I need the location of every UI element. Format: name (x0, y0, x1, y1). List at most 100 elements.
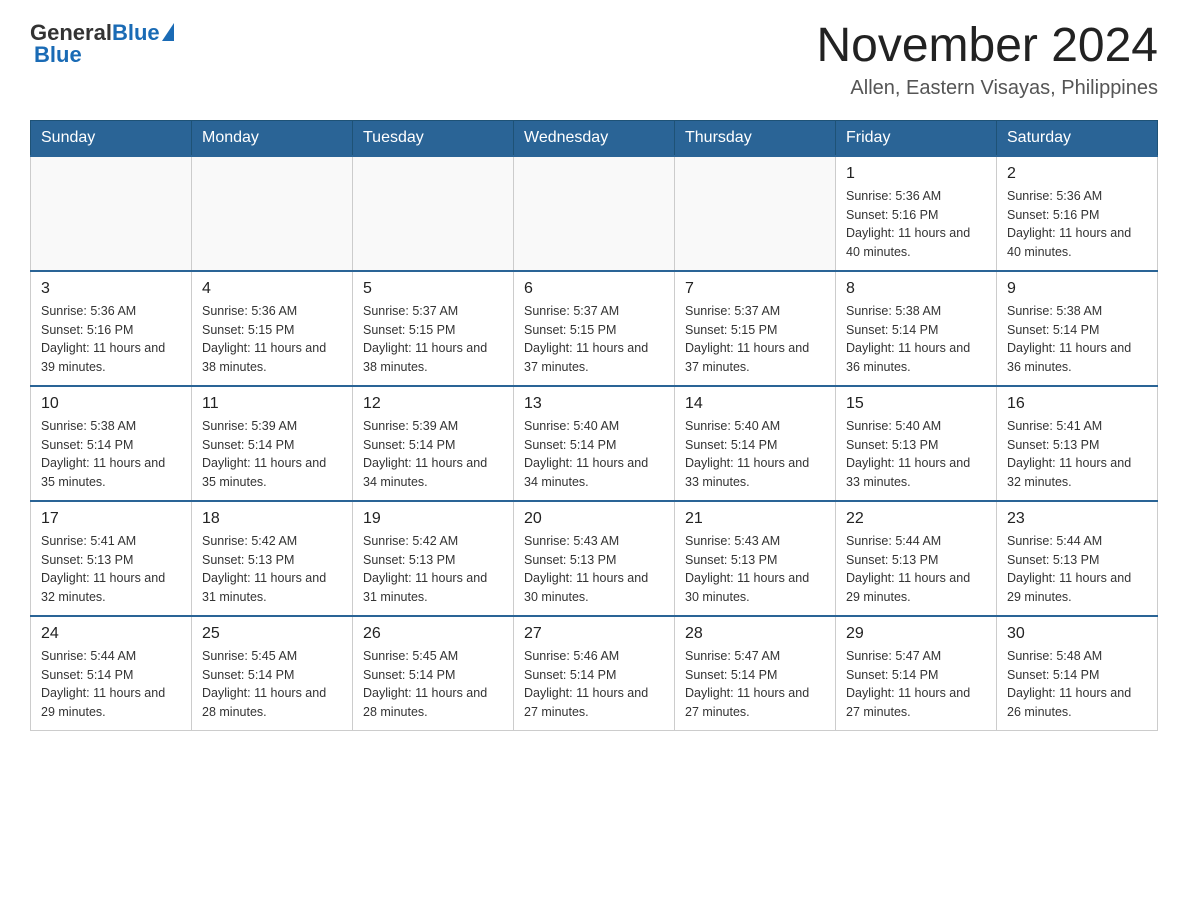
day-number: 26 (363, 625, 503, 643)
calendar-day-cell: 20 Sunrise: 5:43 AM Sunset: 5:13 PM Dayli… (514, 501, 675, 616)
location-subtitle: Allen, Eastern Visayas, Philippines (816, 77, 1158, 100)
calendar-day-header: Monday (192, 120, 353, 156)
calendar-day-cell: 14 Sunrise: 5:40 AM Sunset: 5:14 PM Dayli… (675, 386, 836, 501)
calendar-day-cell: 19Sunrise: 5:42 AM Sunset: 5:13 PM Dayli… (353, 501, 514, 616)
day-info: Sunrise: 5:37 AM Sunset: 5:15 PM Dayligh… (685, 302, 825, 377)
calendar-header-row: SundayMondayTuesdayWednesdayThursdayFrid… (31, 120, 1158, 156)
day-info: Sunrise: 5:42 AM Sunset: 5:13 PM Dayligh… (202, 532, 342, 607)
day-info: Sunrise: 5:38 AM Sunset: 5:14 PM Dayligh… (41, 417, 181, 492)
calendar-day-header: Friday (836, 120, 997, 156)
day-number: 22 (846, 510, 986, 528)
day-number: 27 (524, 625, 664, 643)
day-info: Sunrise: 5:40 AM Sunset: 5:13 PM Dayligh… (846, 417, 986, 492)
day-info: Sunrise: 5:41 AM Sunset: 5:13 PM Dayligh… (41, 532, 181, 607)
calendar-day-cell: 7 Sunrise: 5:37 AM Sunset: 5:15 PM Daylig… (675, 271, 836, 386)
day-info: Sunrise: 5:36 AM Sunset: 5:15 PM Dayligh… (202, 302, 342, 377)
day-info: Sunrise: 5:38 AM Sunset: 5:14 PM Dayligh… (1007, 302, 1147, 377)
day-number: 20 (524, 510, 664, 528)
calendar-day-cell: 16 Sunrise: 5:41 AM Sunset: 5:13 PM Dayli… (997, 386, 1158, 501)
calendar-day-cell: 15 Sunrise: 5:40 AM Sunset: 5:13 PM Dayli… (836, 386, 997, 501)
calendar-day-cell: 28 Sunrise: 5:47 AM Sunset: 5:14 PM Dayli… (675, 616, 836, 731)
calendar-day-cell: 5Sunrise: 5:37 AM Sunset: 5:15 PM Daylig… (353, 271, 514, 386)
calendar-day-cell: 24 Sunrise: 5:44 AM Sunset: 5:14 PM Dayli… (31, 616, 192, 731)
calendar-day-cell (353, 156, 514, 271)
calendar-day-cell: 13 Sunrise: 5:40 AM Sunset: 5:14 PM Dayli… (514, 386, 675, 501)
calendar-week-row: 1 Sunrise: 5:36 AM Sunset: 5:16 PM Daylig… (31, 156, 1158, 271)
day-number: 23 (1007, 510, 1147, 528)
day-info: Sunrise: 5:36 AM Sunset: 5:16 PM Dayligh… (846, 187, 986, 262)
day-info: Sunrise: 5:47 AM Sunset: 5:14 PM Dayligh… (846, 647, 986, 722)
calendar-day-cell: 27 Sunrise: 5:46 AM Sunset: 5:14 PM Dayli… (514, 616, 675, 731)
day-number: 15 (846, 395, 986, 413)
day-info: Sunrise: 5:47 AM Sunset: 5:14 PM Dayligh… (685, 647, 825, 722)
calendar-day-cell: 26Sunrise: 5:45 AM Sunset: 5:14 PM Dayli… (353, 616, 514, 731)
day-number: 9 (1007, 280, 1147, 298)
calendar-week-row: 10Sunrise: 5:38 AM Sunset: 5:14 PM Dayli… (31, 386, 1158, 501)
calendar-day-cell: 22 Sunrise: 5:44 AM Sunset: 5:13 PM Dayli… (836, 501, 997, 616)
day-info: Sunrise: 5:43 AM Sunset: 5:13 PM Dayligh… (685, 532, 825, 607)
calendar-day-cell: 18 Sunrise: 5:42 AM Sunset: 5:13 PM Dayli… (192, 501, 353, 616)
calendar-day-cell: 17 Sunrise: 5:41 AM Sunset: 5:13 PM Dayli… (31, 501, 192, 616)
calendar-day-cell: 1 Sunrise: 5:36 AM Sunset: 5:16 PM Daylig… (836, 156, 997, 271)
day-info: Sunrise: 5:39 AM Sunset: 5:14 PM Dayligh… (363, 417, 503, 492)
day-number: 17 (41, 510, 181, 528)
calendar-day-cell (192, 156, 353, 271)
day-info: Sunrise: 5:37 AM Sunset: 5:15 PM Dayligh… (524, 302, 664, 377)
page-header: General Blue Blue November 2024 Allen, E… (30, 20, 1158, 100)
calendar-day-cell: 29 Sunrise: 5:47 AM Sunset: 5:14 PM Dayli… (836, 616, 997, 731)
calendar-day-cell: 23 Sunrise: 5:44 AM Sunset: 5:13 PM Dayli… (997, 501, 1158, 616)
calendar-week-row: 17 Sunrise: 5:41 AM Sunset: 5:13 PM Dayli… (31, 501, 1158, 616)
day-info: Sunrise: 5:44 AM Sunset: 5:14 PM Dayligh… (41, 647, 181, 722)
calendar-week-row: 24 Sunrise: 5:44 AM Sunset: 5:14 PM Dayli… (31, 616, 1158, 731)
day-number: 11 (202, 395, 342, 413)
logo-triangle-icon (162, 23, 174, 41)
calendar-day-cell: 11 Sunrise: 5:39 AM Sunset: 5:14 PM Dayli… (192, 386, 353, 501)
day-number: 25 (202, 625, 342, 643)
calendar-day-header: Saturday (997, 120, 1158, 156)
day-number: 30 (1007, 625, 1147, 643)
calendar-day-cell: 12 Sunrise: 5:39 AM Sunset: 5:14 PM Dayli… (353, 386, 514, 501)
calendar-day-cell (675, 156, 836, 271)
day-number: 1 (846, 165, 986, 183)
calendar-day-cell: 10Sunrise: 5:38 AM Sunset: 5:14 PM Dayli… (31, 386, 192, 501)
calendar-day-header: Tuesday (353, 120, 514, 156)
day-info: Sunrise: 5:44 AM Sunset: 5:13 PM Dayligh… (846, 532, 986, 607)
calendar-day-cell: 25Sunrise: 5:45 AM Sunset: 5:14 PM Dayli… (192, 616, 353, 731)
calendar-day-cell (514, 156, 675, 271)
calendar-day-cell: 9 Sunrise: 5:38 AM Sunset: 5:14 PM Daylig… (997, 271, 1158, 386)
day-info: Sunrise: 5:40 AM Sunset: 5:14 PM Dayligh… (524, 417, 664, 492)
day-number: 28 (685, 625, 825, 643)
calendar-day-header: Wednesday (514, 120, 675, 156)
day-number: 3 (41, 280, 181, 298)
day-info: Sunrise: 5:44 AM Sunset: 5:13 PM Dayligh… (1007, 532, 1147, 607)
day-number: 18 (202, 510, 342, 528)
logo-blue-underline: Blue (30, 42, 82, 68)
day-info: Sunrise: 5:48 AM Sunset: 5:14 PM Dayligh… (1007, 647, 1147, 722)
title-block: November 2024 Allen, Eastern Visayas, Ph… (816, 20, 1158, 100)
day-info: Sunrise: 5:39 AM Sunset: 5:14 PM Dayligh… (202, 417, 342, 492)
calendar-day-cell (31, 156, 192, 271)
day-number: 16 (1007, 395, 1147, 413)
day-info: Sunrise: 5:43 AM Sunset: 5:13 PM Dayligh… (524, 532, 664, 607)
day-number: 13 (524, 395, 664, 413)
calendar-week-row: 3Sunrise: 5:36 AM Sunset: 5:16 PM Daylig… (31, 271, 1158, 386)
day-info: Sunrise: 5:46 AM Sunset: 5:14 PM Dayligh… (524, 647, 664, 722)
day-number: 24 (41, 625, 181, 643)
day-info: Sunrise: 5:40 AM Sunset: 5:14 PM Dayligh… (685, 417, 825, 492)
day-number: 29 (846, 625, 986, 643)
calendar-day-cell: 4Sunrise: 5:36 AM Sunset: 5:15 PM Daylig… (192, 271, 353, 386)
calendar-day-cell: 3Sunrise: 5:36 AM Sunset: 5:16 PM Daylig… (31, 271, 192, 386)
day-number: 19 (363, 510, 503, 528)
calendar-day-cell: 6Sunrise: 5:37 AM Sunset: 5:15 PM Daylig… (514, 271, 675, 386)
day-info: Sunrise: 5:37 AM Sunset: 5:15 PM Dayligh… (363, 302, 503, 377)
calendar-day-cell: 21 Sunrise: 5:43 AM Sunset: 5:13 PM Dayli… (675, 501, 836, 616)
day-number: 12 (363, 395, 503, 413)
day-number: 14 (685, 395, 825, 413)
day-info: Sunrise: 5:38 AM Sunset: 5:14 PM Dayligh… (846, 302, 986, 377)
calendar-day-cell: 30 Sunrise: 5:48 AM Sunset: 5:14 PM Dayli… (997, 616, 1158, 731)
day-info: Sunrise: 5:41 AM Sunset: 5:13 PM Dayligh… (1007, 417, 1147, 492)
day-number: 7 (685, 280, 825, 298)
month-year-title: November 2024 (816, 20, 1158, 73)
day-number: 21 (685, 510, 825, 528)
day-number: 2 (1007, 165, 1147, 183)
